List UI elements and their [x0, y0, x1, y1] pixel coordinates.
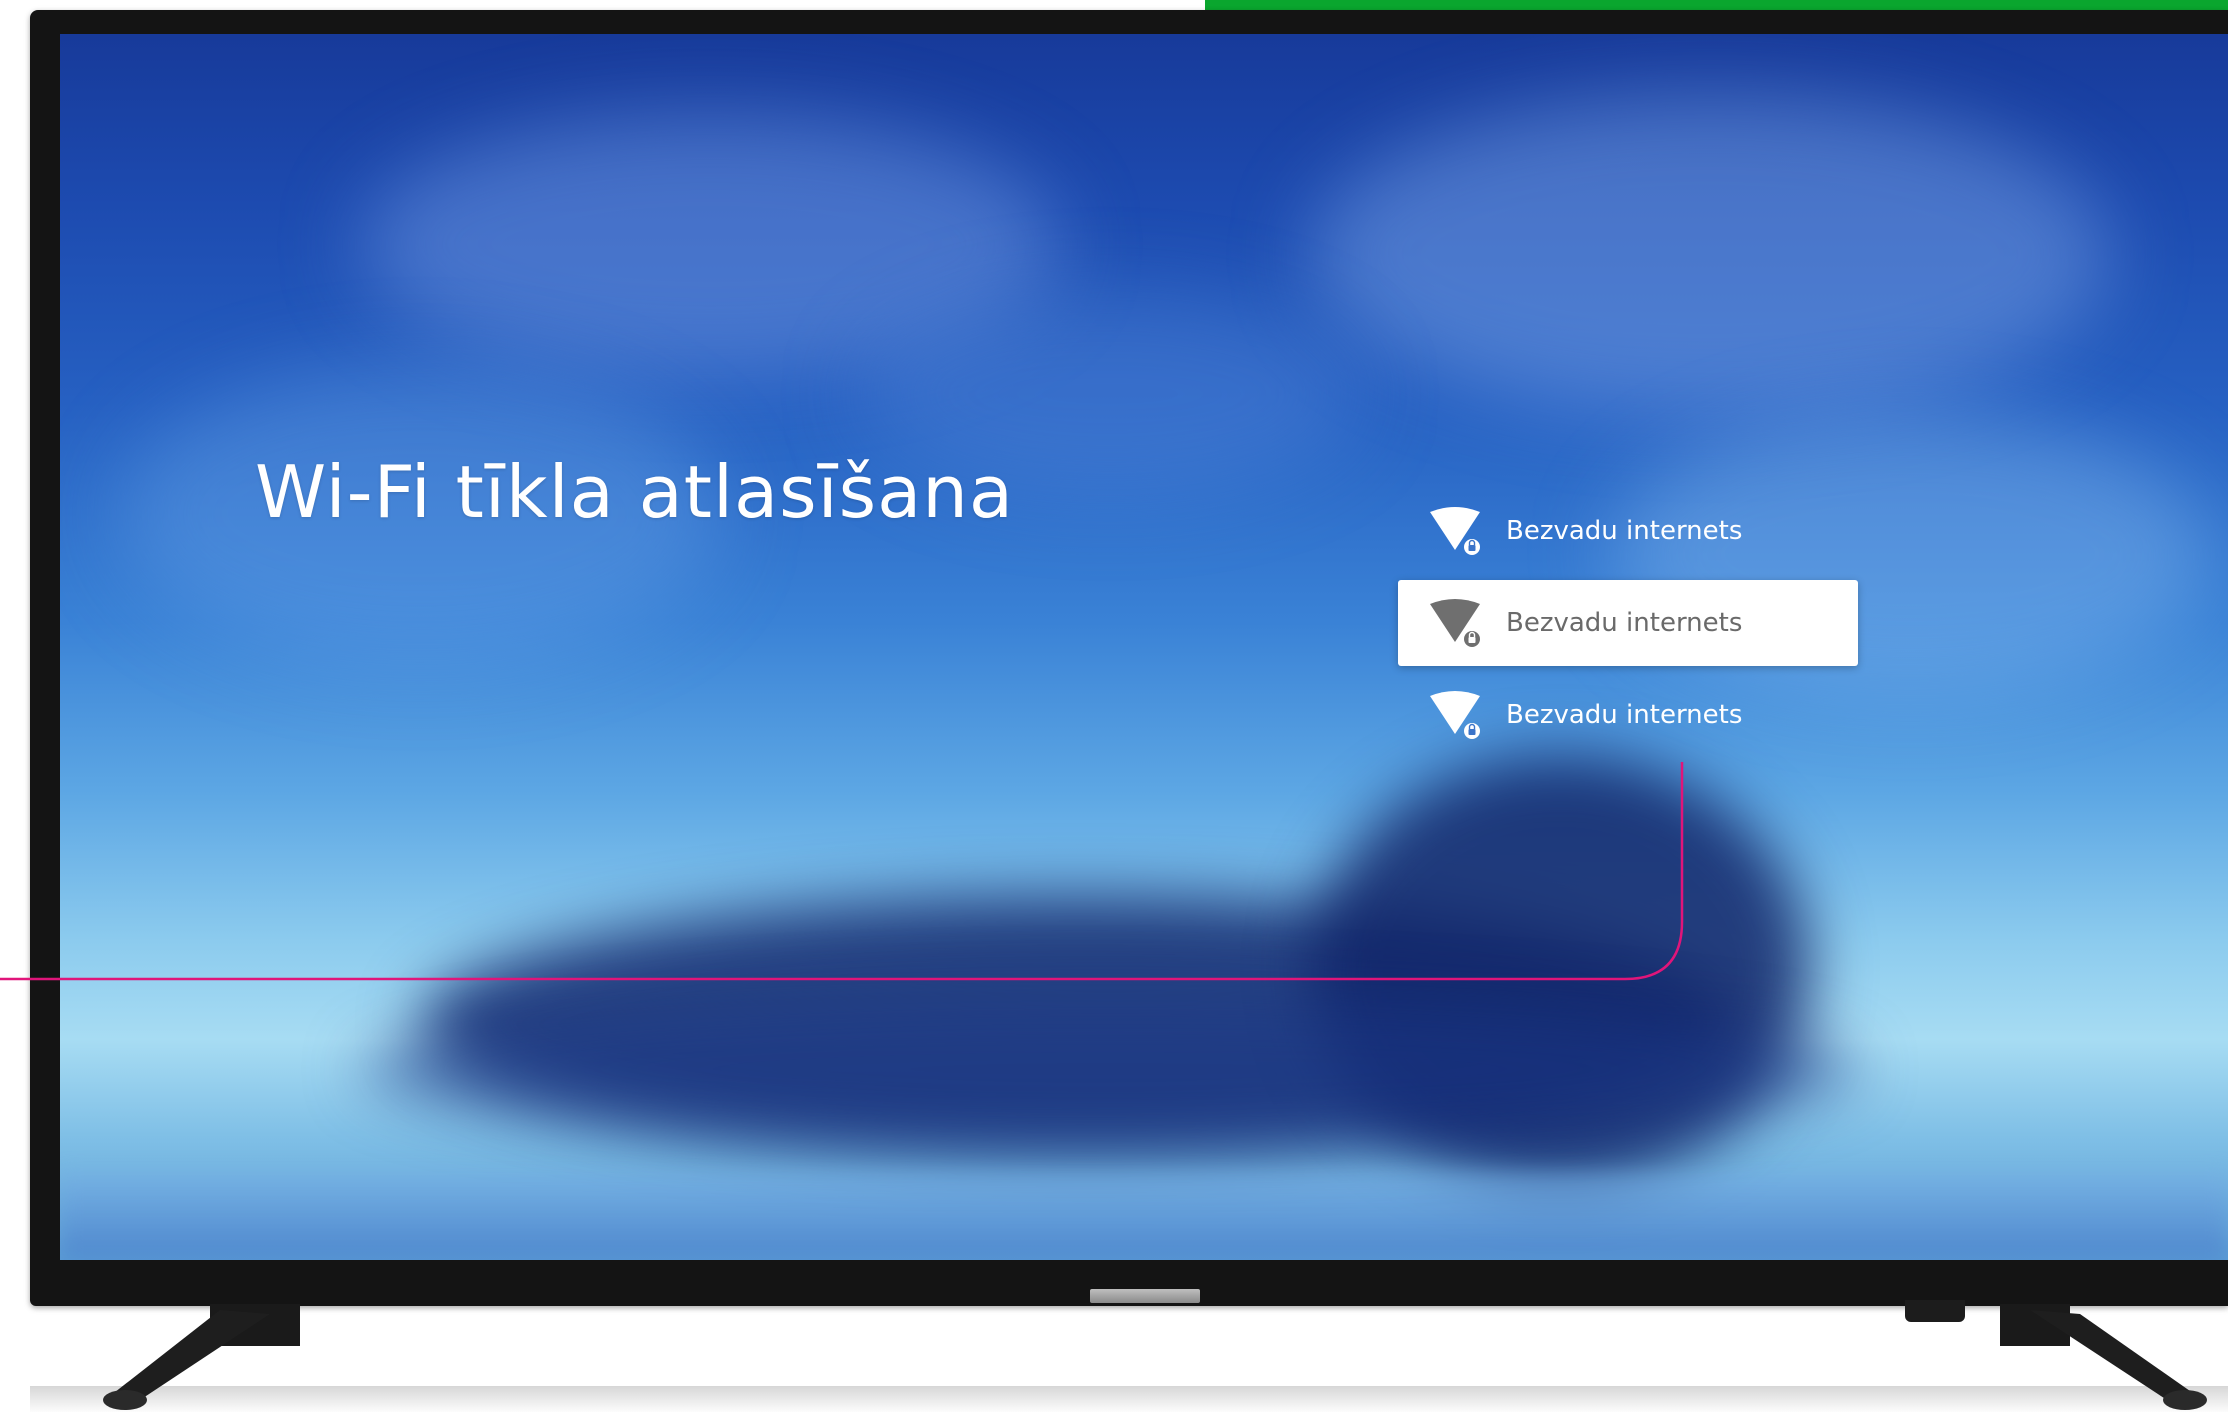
- wifi-network-item-selected[interactable]: Bezvadu internets: [1398, 580, 1858, 666]
- tv-ir-receiver: [1905, 1300, 1965, 1322]
- wifi-lock-icon: [1430, 507, 1480, 555]
- page-title: Wi-Fi tīkla atlasīšana: [255, 450, 1014, 534]
- wifi-network-item[interactable]: Bezvadu internets: [1398, 488, 1858, 574]
- background-island: [360, 994, 1860, 1144]
- tv-screen: [60, 34, 2228, 1260]
- sky-cloud: [1310, 94, 2110, 414]
- stand-shadow: [30, 1386, 2228, 1412]
- wifi-network-label: Bezvadu internets: [1506, 516, 1743, 546]
- wifi-lock-icon: [1430, 691, 1480, 739]
- tv-brand-plate: [1090, 1289, 1200, 1303]
- product-illustration: Wi-Fi tīkla atlasīšana Bezvadu internets…: [0, 0, 2228, 1412]
- wifi-network-list: Bezvadu internets Bezvadu internets Bezv…: [1398, 488, 1858, 758]
- water-reflection: [60, 1174, 2228, 1260]
- wifi-network-item[interactable]: Bezvadu internets: [1398, 672, 1858, 758]
- tv-stand-left: [103, 1304, 300, 1410]
- wifi-network-label: Bezvadu internets: [1506, 700, 1743, 730]
- tv-stand-right: [2000, 1304, 2207, 1410]
- wifi-network-label: Bezvadu internets: [1506, 608, 1743, 638]
- wifi-lock-icon: [1430, 599, 1480, 647]
